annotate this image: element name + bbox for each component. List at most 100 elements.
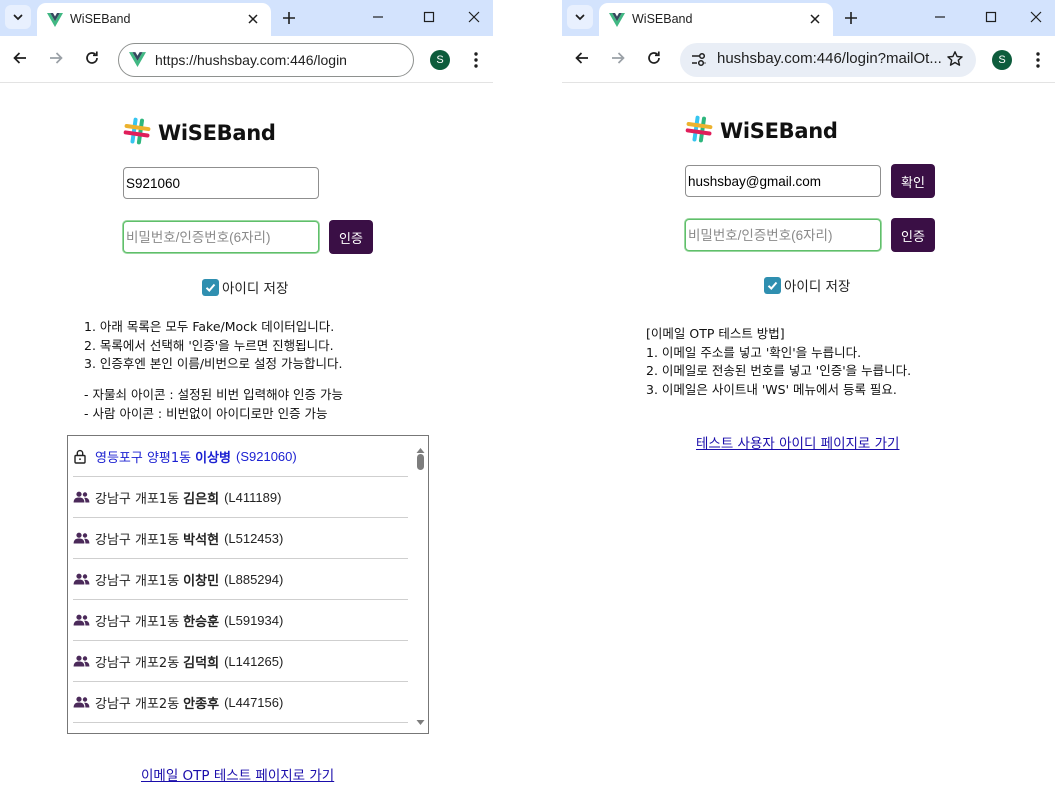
user-id-input[interactable] [123, 167, 319, 199]
user-list[interactable]: 영등포구 양평1동 이상병 (S921060) 강남구 개포1동 김은희 (L411189… [67, 435, 429, 734]
checkbox-checked-icon[interactable] [202, 278, 219, 296]
back-arrow-icon[interactable] [11, 49, 29, 71]
remember-id[interactable]: 아이디 저장 [202, 277, 288, 297]
confirm-button[interactable]: 확인 [891, 164, 935, 198]
address-bar[interactable]: hushsbay.com:446/login?mailOt... [680, 43, 976, 77]
forward-arrow-icon[interactable] [609, 49, 627, 71]
reload-icon[interactable] [645, 49, 663, 71]
browser-toolbar: hushsbay.com:446/login?mailOt... S [562, 36, 1055, 83]
otp-guide: [이메일 OTP 테스트 방법] 1. 이메일 주소를 넣고 '확인'을 누릅니… [646, 325, 911, 399]
tab-search-button[interactable] [567, 5, 593, 29]
vue-logo-icon [129, 52, 146, 71]
people-icon [73, 614, 95, 626]
new-tab-icon[interactable] [841, 8, 861, 32]
minimize-icon[interactable] [370, 9, 386, 29]
guide-line: - 사람 아이콘 : 비번없이 아이디로만 인증 가능 [84, 405, 328, 421]
people-icon [73, 696, 95, 708]
user-list-item[interactable]: 강남구 개포2동 안종후 (L447156) [73, 682, 408, 723]
tab-title: WiSEBand [632, 12, 693, 26]
user-id: (S921060) [236, 448, 297, 464]
guide-line: 3. 인증후엔 본인 이름/비번으로 설정 가능합니다. [84, 356, 343, 371]
guide-line: 1. 이메일 주소를 넣고 '확인'을 누릅니다. [646, 344, 862, 360]
profile-avatar[interactable]: S [992, 50, 1012, 70]
chevron-down-icon [574, 8, 586, 27]
forward-arrow-icon[interactable] [47, 49, 65, 71]
brand: WiSEBand [122, 116, 276, 150]
email-otp-link[interactable]: 이메일 OTP 테스트 페이지로 가기 [141, 764, 334, 784]
auth-button[interactable]: 인증 [891, 218, 935, 252]
people-icon [73, 532, 95, 544]
scroll-down-icon[interactable] [416, 711, 425, 730]
user-name: 이창민 [183, 573, 220, 589]
user-id: (L447156) [224, 694, 284, 710]
close-tab-icon[interactable] [245, 11, 261, 31]
people-icon [73, 573, 95, 585]
user-list-item[interactable]: 강남구 개포1동 이창민 (L885294) [73, 559, 408, 600]
auth-button[interactable]: 인증 [329, 220, 373, 254]
user-id: (L411189) [224, 489, 282, 505]
user-id: (L512453) [224, 530, 284, 546]
address-bar[interactable]: https://hushsbay.com:446/login [118, 43, 414, 77]
user-list-item[interactable]: 강남구 개포1동 박석현 (L512453) [73, 518, 408, 559]
list-scrollbar[interactable] [413, 436, 428, 733]
password-input[interactable] [685, 219, 881, 251]
guide-line: 3. 이메일은 사이트내 'WS' 메뉴에서 등록 필요. [646, 381, 897, 397]
minimize-icon[interactable] [932, 9, 948, 29]
people-icon [73, 655, 95, 667]
user-list-item[interactable]: 강남구 개포2동 김덕희 (L141265) [73, 641, 408, 682]
brand-name: WiSEBand [158, 121, 276, 145]
browser-window-left: WiSEBand https://hushsbay.com:446/login … [0, 0, 493, 790]
lock-icon [73, 449, 95, 464]
user-name: 김은희 [183, 491, 220, 507]
more-menu-icon[interactable] [473, 51, 479, 73]
user-org: 강남구 개포1동 [95, 573, 180, 589]
user-org: 강남구 개포1동 [95, 532, 180, 548]
checkbox-checked-icon[interactable] [764, 276, 781, 294]
test-user-link[interactable]: 테스트 사용자 아이디 페이지로 가기 [696, 432, 899, 452]
brand-name: WiSEBand [720, 119, 838, 143]
close-window-icon[interactable] [1028, 9, 1044, 29]
user-list-item[interactable]: 강남구 개포1동 김은희 (L411189) [73, 477, 408, 518]
maximize-icon[interactable] [983, 9, 999, 29]
slack-logo-icon [122, 116, 152, 150]
user-org: 강남구 개포1동 [95, 614, 180, 630]
scroll-thumb[interactable] [417, 454, 424, 470]
brand: WiSEBand [684, 114, 838, 148]
tab-search-button[interactable] [5, 5, 31, 29]
bookmark-star-icon[interactable] [946, 50, 964, 72]
tab-active[interactable]: WiSEBand [599, 3, 833, 36]
back-arrow-icon[interactable] [573, 49, 591, 71]
site-settings-icon[interactable] [690, 51, 707, 72]
user-list-item[interactable]: 강남구 개포1동 한승훈 (L591934) [73, 600, 408, 641]
guide-line: - 자물쇠 아이콘 : 설정된 비번 입력해야 인증 가능 [84, 387, 344, 402]
profile-avatar[interactable]: S [430, 50, 450, 70]
email-input[interactable] [685, 165, 881, 197]
tab-title: WiSEBand [70, 12, 131, 26]
tab-active[interactable]: WiSEBand [37, 3, 271, 36]
people-icon [73, 491, 95, 503]
user-name: 이상병 [195, 450, 232, 466]
chevron-down-icon [12, 8, 24, 27]
close-tab-icon[interactable] [807, 11, 823, 31]
guide-line: [이메일 OTP 테스트 방법] [646, 326, 785, 341]
reload-icon[interactable] [83, 49, 101, 71]
password-input[interactable] [123, 221, 319, 253]
maximize-icon[interactable] [421, 9, 437, 29]
guide-numbered: 1. 아래 목록은 모두 Fake/Mock 데이터입니다. 2. 목록에서 선… [84, 318, 342, 374]
user-id: (L141265) [224, 653, 284, 669]
tab-strip: WiSEBand [0, 0, 493, 36]
user-name: 안종후 [183, 696, 220, 712]
url-text: https://hushsbay.com:446/login [155, 52, 347, 68]
user-org: 영등포구 양평1동 [95, 450, 192, 466]
user-id: (L591934) [224, 612, 284, 628]
url-text: hushsbay.com:446/login?mailOt... [717, 50, 942, 67]
page-content: WiSEBand 확인 인증 아이디 저장 [이메일 OTP 테스트 방법] 1… [562, 84, 1055, 790]
user-list-item[interactable]: 영등포구 양평1동 이상병 (S921060) [73, 436, 408, 477]
new-tab-icon[interactable] [279, 8, 299, 32]
page-content: WiSEBand 인증 아이디 저장 1. 아래 목록은 모두 Fake/Moc… [0, 84, 493, 790]
browser-toolbar: https://hushsbay.com:446/login S [0, 36, 493, 83]
more-menu-icon[interactable] [1035, 51, 1041, 73]
remember-id[interactable]: 아이디 저장 [764, 275, 850, 295]
close-window-icon[interactable] [466, 9, 482, 29]
browser-window-right: WiSEBand hushsbay.com:446/login?mailOt..… [562, 0, 1055, 790]
